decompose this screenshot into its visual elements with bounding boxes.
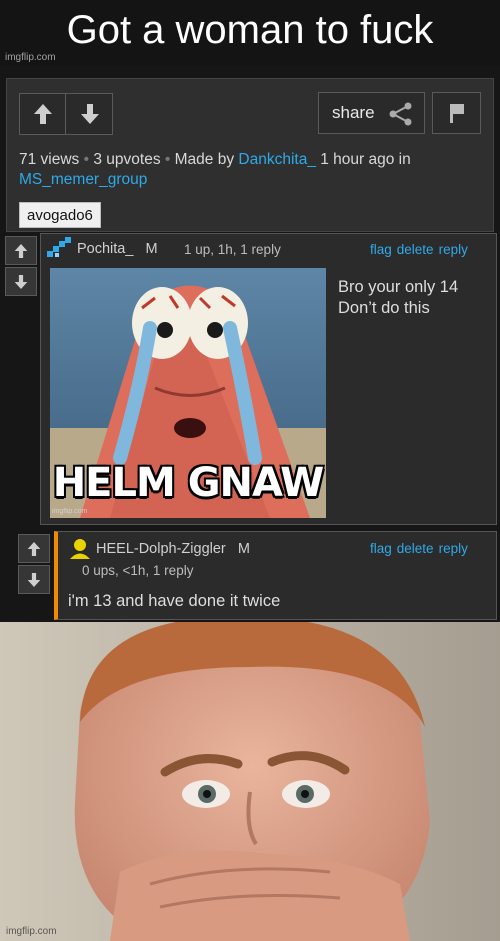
- photo-watermark: imgflip.com: [6, 926, 57, 937]
- upvote-arrow-icon: [27, 541, 41, 556]
- user-avatar-icon[interactable]: [45, 237, 73, 261]
- downvote-arrow-icon: [27, 572, 41, 587]
- reply-username-text: HEEL-Dolph-Ziggler: [96, 541, 226, 557]
- comment-text-line-2: Don’t do this: [338, 299, 430, 317]
- flag-icon: [449, 104, 464, 123]
- shocked-man-photo: [0, 622, 500, 941]
- upvote-arrow-icon: [33, 104, 52, 124]
- comment-upvote-button[interactable]: [5, 236, 37, 265]
- flag-button[interactable]: [432, 92, 481, 134]
- comment-text-line-1: Bro your only 14: [338, 278, 459, 296]
- post-vote-buttons: [19, 93, 113, 135]
- author-link[interactable]: Dankchita_: [238, 151, 316, 168]
- meme-info-panel: share 71 views • 3 upvotes • Made by Dan…: [6, 78, 494, 232]
- reply-stats: 0 ups, <1h, 1 reply: [82, 563, 194, 578]
- reply-user-gender: M: [237, 541, 250, 557]
- comment-username-text: Pochita_: [77, 241, 134, 257]
- downvote-arrow-icon: [81, 104, 99, 124]
- comment-actions: flag delete reply: [365, 242, 468, 257]
- reply-upvote-button[interactable]: [18, 534, 50, 563]
- watermark: imgflip.com: [5, 52, 56, 63]
- comment-reply-link[interactable]: reply: [439, 242, 468, 257]
- upvote-button[interactable]: [20, 94, 66, 134]
- comment-delete-link[interactable]: delete: [397, 242, 434, 257]
- comment-vote-buttons: [5, 236, 37, 296]
- view-count: 71 views: [19, 151, 80, 168]
- meme-caption: Got a woman to fuck: [66, 8, 434, 52]
- reply-delete-link[interactable]: delete: [397, 541, 434, 556]
- user-avatar-icon[interactable]: [68, 538, 92, 560]
- upvote-arrow-icon: [14, 243, 28, 258]
- image-watermark: imgflip.com: [52, 508, 88, 515]
- post-time: 1 hour ago in: [320, 151, 411, 168]
- reply-downvote-button[interactable]: [18, 565, 50, 594]
- top-caption-banner: Got a woman to fuck imgflip.com: [0, 0, 500, 66]
- reply-actions: flag delete reply: [365, 541, 468, 556]
- reply-flag-link[interactable]: flag: [370, 541, 392, 556]
- reply-reply-link[interactable]: reply: [439, 541, 468, 556]
- comment-embedded-image[interactable]: HELM GNAW imgflip.com: [50, 268, 326, 518]
- reply-text: i'm 13 and have done it twice: [68, 592, 281, 610]
- comment-downvote-button[interactable]: [5, 267, 37, 296]
- stream-link[interactable]: MS_memer_group: [19, 171, 147, 188]
- share-label: share: [332, 103, 375, 122]
- tag-chip[interactable]: avogado6: [19, 202, 101, 228]
- reaction-photo: imgflip.com: [0, 622, 500, 941]
- comment-user-gender: M: [145, 241, 158, 257]
- comment-stats: 1 up, 1h, 1 reply: [184, 242, 281, 257]
- comment-username[interactable]: Pochita_ M: [77, 241, 158, 257]
- post-meta: 71 views • 3 upvotes • Made by Dankchita…: [19, 151, 411, 188]
- downvote-button[interactable]: [67, 94, 113, 134]
- made-by-label: Made by: [174, 151, 235, 168]
- upvote-count: 3 upvotes: [93, 151, 161, 168]
- comment-text: Bro your only 14 Don’t do this: [338, 277, 458, 319]
- image-caption: HELM GNAW: [52, 460, 325, 506]
- reply-vote-buttons: [18, 534, 50, 594]
- downvote-arrow-icon: [14, 274, 28, 289]
- reply-username[interactable]: HEEL-Dolph-Ziggler M: [96, 541, 250, 557]
- share-icon: [389, 102, 412, 126]
- share-button[interactable]: share: [318, 92, 425, 134]
- comment-flag-link[interactable]: flag: [370, 242, 392, 257]
